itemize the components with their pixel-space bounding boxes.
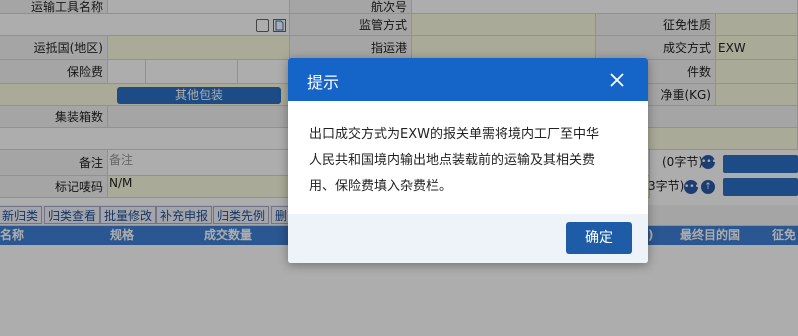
dialog-message: 出口成交方式为EXW的报关单需将境内工厂至中华 人民共和国境内输出地点装载前的运…	[309, 127, 599, 194]
alert-dialog: 提示 出口成交方式为EXW的报关单需将境内工厂至中华 人民共和国境内输出地点装载…	[288, 58, 648, 263]
dialog-title: 提示	[307, 73, 340, 92]
dialog-footer: 确定	[288, 214, 648, 263]
dialog-header: 提示	[288, 58, 648, 101]
close-icon[interactable]	[606, 69, 628, 91]
confirm-button[interactable]: 确定	[566, 222, 632, 254]
